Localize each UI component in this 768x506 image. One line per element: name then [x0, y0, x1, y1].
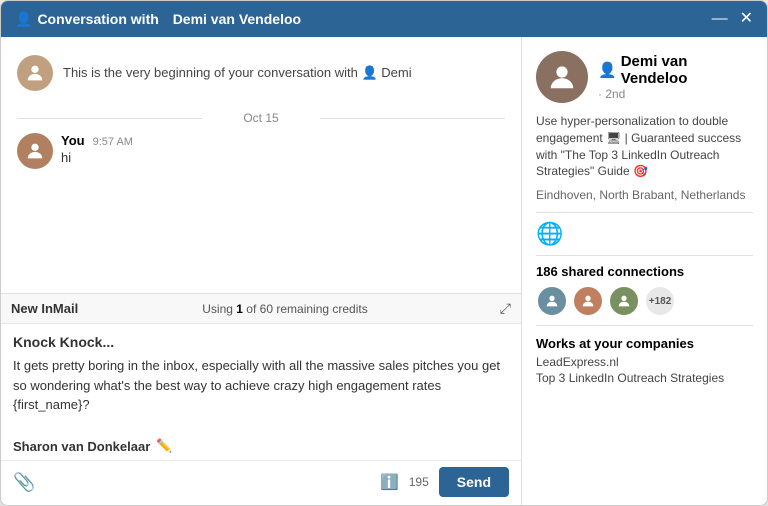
signature-text: Sharon van Donkelaar	[13, 439, 150, 454]
profile-header: 👤 Demi van Vendeloo · 2nd	[536, 51, 753, 103]
close-button[interactable]: ✕	[740, 11, 753, 27]
company-item-1: LeadExpress.nl	[536, 355, 753, 369]
date-divider: Oct 15	[17, 111, 505, 125]
connections-section: 186 shared connections +182	[536, 264, 753, 317]
connections-count: 186 shared connections	[536, 264, 753, 279]
edit-signature-button[interactable]: ✏️	[156, 438, 172, 454]
profile-avatar	[536, 51, 588, 103]
send-button[interactable]: Send	[439, 467, 509, 497]
works-at-title: Works at your companies	[536, 336, 753, 351]
message-content: You 9:57 AM hi	[61, 133, 133, 165]
divider-3	[536, 325, 753, 326]
chat-message: You 9:57 AM hi	[17, 133, 505, 169]
header-controls: — ✕	[712, 11, 753, 27]
profile-person-icon: 👤	[598, 61, 617, 79]
profile-headline: Use hyper-personalization to double enga…	[536, 113, 753, 180]
recipient-avatar	[17, 55, 53, 91]
globe-icon: 🌐	[536, 221, 753, 247]
profile-degree: · 2nd	[598, 87, 753, 101]
compose-area: New InMail Using 1 of 60 remaining credi…	[1, 293, 521, 505]
header-title: 👤 Conversation with Demi van Vendeloo	[15, 11, 301, 28]
modal-body: This is the very beginning of your conve…	[1, 37, 767, 505]
company-item-2: Top 3 LinkedIn Outreach Strategies	[536, 371, 753, 385]
compose-body-text: It gets pretty boring in the inbox, espe…	[13, 356, 509, 415]
sender-avatar	[17, 133, 53, 169]
info-icon: ℹ️	[380, 473, 399, 491]
connection-avatar-1	[536, 285, 568, 317]
profile-name-text: Demi van Vendeloo	[621, 53, 753, 87]
message-author: You	[61, 133, 85, 148]
conversation-modal: 👤 Conversation with Demi van Vendeloo — …	[0, 0, 768, 506]
compose-body[interactable]: Knock Knock... It gets pretty boring in …	[1, 324, 521, 434]
message-meta: You 9:57 AM	[61, 133, 133, 148]
connection-avatar-3	[608, 285, 640, 317]
profile-panel: 👤 Demi van Vendeloo · 2nd Use hyper-pers…	[522, 37, 767, 505]
message-time: 9:57 AM	[93, 136, 133, 148]
modal-header: 👤 Conversation with Demi van Vendeloo — …	[1, 1, 767, 37]
profile-name: 👤 Demi van Vendeloo	[598, 53, 753, 87]
compose-footer-right: ℹ️ 195 Send	[380, 467, 509, 497]
connection-avatar-2	[572, 285, 604, 317]
compose-credits: Using 1 of 60 remaining credits	[202, 302, 367, 316]
chat-start-notice: This is the very beginning of your conve…	[17, 49, 505, 103]
compose-expand-button[interactable]: ⤢	[500, 300, 511, 317]
attach-icon[interactable]: 📎	[13, 472, 35, 493]
compose-footer: 📎 ℹ️ 195 Send	[1, 460, 521, 505]
chat-panel: This is the very beginning of your conve…	[1, 37, 522, 505]
start-notice-text: This is the very beginning of your conve…	[63, 65, 412, 81]
message-text: hi	[61, 150, 133, 165]
minimize-button[interactable]: —	[712, 11, 728, 27]
person-icon: 👤	[15, 11, 32, 28]
char-count: 195	[409, 475, 429, 489]
compose-footer-left: 📎	[13, 472, 35, 493]
header-contact-name: Demi van Vendeloo	[173, 11, 301, 27]
connections-more: +182	[644, 285, 676, 317]
works-at-section: Works at your companies LeadExpress.nl T…	[536, 336, 753, 385]
header-title-text: Conversation with	[37, 11, 158, 27]
profile-location: Eindhoven, North Brabant, Netherlands	[536, 188, 753, 202]
chat-messages: This is the very beginning of your conve…	[1, 37, 521, 293]
compose-label: New InMail	[11, 301, 78, 316]
divider-2	[536, 255, 753, 256]
profile-name-section: 👤 Demi van Vendeloo · 2nd	[598, 53, 753, 101]
compose-header: New InMail Using 1 of 60 remaining credi…	[1, 294, 521, 324]
compose-subject: Knock Knock...	[13, 334, 509, 350]
divider-1	[536, 212, 753, 213]
compose-signature: Sharon van Donkelaar ✏️	[1, 434, 521, 460]
connections-avatars: +182	[536, 285, 753, 317]
